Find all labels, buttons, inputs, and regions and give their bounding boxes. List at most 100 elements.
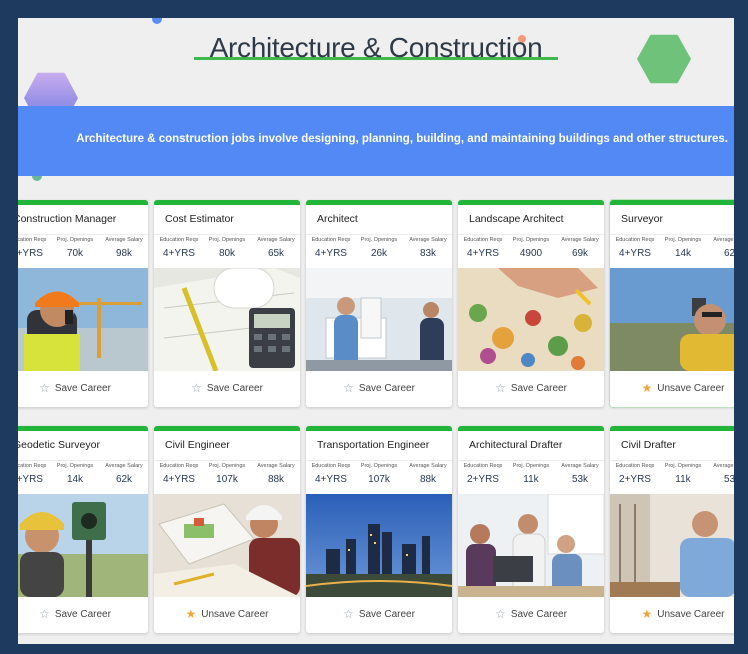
stat-openings: 80k bbox=[218, 248, 236, 259]
save-career-label: Save Career bbox=[358, 382, 415, 394]
save-career-label: Save Career bbox=[358, 608, 415, 620]
card-accent-bar bbox=[458, 200, 604, 205]
stat-label-salary: Average Salary bbox=[713, 463, 734, 469]
unsave-career-button[interactable]: ★ Unsave Career bbox=[610, 602, 734, 626]
cluster-description: Architecture & construction jobs involve… bbox=[76, 133, 728, 145]
career-photo[interactable] bbox=[610, 268, 734, 371]
stat-label-education: Education Reqs bbox=[311, 463, 351, 469]
card-accent-bar bbox=[18, 426, 148, 431]
card-accent-bar bbox=[154, 200, 300, 205]
stat-label-salary: Average Salary bbox=[561, 237, 599, 243]
divider bbox=[458, 234, 604, 235]
career-name[interactable]: Cost Estimator bbox=[165, 213, 234, 225]
career-name[interactable]: Civil Engineer bbox=[165, 439, 230, 451]
career-name[interactable]: Geodetic Surveyor bbox=[18, 439, 100, 451]
divider bbox=[610, 234, 734, 235]
career-photo[interactable] bbox=[154, 494, 300, 597]
stat-label-openings: Proj. Openings bbox=[208, 237, 246, 243]
stat-label-education: Education Reqs bbox=[18, 463, 47, 469]
stat-label-openings: Proj. Openings bbox=[664, 237, 702, 243]
page-title: Architecture & Construction bbox=[209, 32, 543, 63]
career-name[interactable]: Surveyor bbox=[621, 213, 663, 225]
career-card[interactable]: Civil Engineer Education Reqs 4+YRS Proj.… bbox=[154, 426, 300, 633]
career-photo[interactable] bbox=[18, 494, 148, 597]
star-filled-icon: ★ bbox=[641, 607, 653, 621]
career-card[interactable]: Construction Manager Education Reqs 4+YRS… bbox=[18, 200, 148, 407]
divider bbox=[154, 460, 300, 461]
career-card[interactable]: Geodetic Surveyor Education Reqs 4+YRS Pr… bbox=[18, 426, 148, 633]
stat-education: 4+YRS bbox=[467, 248, 499, 259]
career-name[interactable]: Civil Drafter bbox=[621, 439, 676, 451]
stat-label-education: Education Reqs bbox=[159, 463, 199, 469]
stat-education: 4+YRS bbox=[315, 474, 347, 485]
career-name[interactable]: Architectural Drafter bbox=[469, 439, 562, 451]
star-filled-icon: ★ bbox=[185, 607, 197, 621]
career-name[interactable]: Landscape Architect bbox=[469, 213, 564, 225]
save-career-button[interactable]: ☆ Save Career bbox=[18, 602, 148, 626]
stat-openings: 26k bbox=[370, 248, 388, 259]
career-card[interactable]: Architect Education Reqs 4+YRS Proj. Open… bbox=[306, 200, 452, 407]
career-photo[interactable] bbox=[306, 268, 452, 371]
card-accent-bar bbox=[154, 426, 300, 431]
stat-education: 4+YRS bbox=[18, 474, 43, 485]
stat-salary: 83k bbox=[419, 248, 437, 259]
card-accent-bar bbox=[610, 200, 734, 205]
divider bbox=[18, 460, 148, 461]
stat-label-openings: Proj. Openings bbox=[512, 237, 550, 243]
save-career-label: Unsave Career bbox=[201, 608, 269, 620]
divider bbox=[306, 460, 452, 461]
star-outline-icon: ☆ bbox=[343, 607, 354, 621]
unsave-career-button[interactable]: ★ Unsave Career bbox=[610, 376, 734, 400]
stat-label-openings: Proj. Openings bbox=[56, 237, 94, 243]
career-card[interactable]: Architectural Drafter Education Reqs 2+YR… bbox=[458, 426, 604, 633]
stat-salary: 98k bbox=[115, 248, 133, 259]
career-photo[interactable] bbox=[18, 268, 148, 371]
career-photo[interactable] bbox=[154, 268, 300, 371]
career-card[interactable]: Transportation Engineer Education Reqs 4+… bbox=[306, 426, 452, 633]
star-outline-icon: ☆ bbox=[495, 607, 506, 621]
star-outline-icon: ☆ bbox=[495, 381, 506, 395]
career-photo[interactable] bbox=[610, 494, 734, 597]
stat-label-openings: Proj. Openings bbox=[664, 463, 702, 469]
save-career-button[interactable]: ☆ Save Career bbox=[458, 602, 604, 626]
career-photo[interactable] bbox=[306, 494, 452, 597]
career-photo[interactable] bbox=[458, 268, 604, 371]
stat-education: 4+YRS bbox=[163, 474, 195, 485]
career-card[interactable]: Landscape Architect Education Reqs 4+YRS … bbox=[458, 200, 604, 407]
career-photo[interactable] bbox=[458, 494, 604, 597]
stat-label-education: Education Reqs bbox=[159, 237, 199, 243]
career-card[interactable]: Civil Drafter Education Reqs 2+YRS Proj. … bbox=[610, 426, 734, 633]
career-name[interactable]: Transportation Engineer bbox=[317, 439, 429, 451]
save-career-button[interactable]: ☆ Save Career bbox=[154, 376, 300, 400]
career-card[interactable]: Surveyor Education Reqs 4+YRS Proj. Openi… bbox=[610, 200, 734, 407]
stat-label-openings: Proj. Openings bbox=[512, 463, 550, 469]
stat-salary: 62k bbox=[115, 474, 133, 485]
career-name[interactable]: Architect bbox=[317, 213, 358, 225]
stat-openings: 11k bbox=[675, 474, 691, 485]
stat-openings: 14k bbox=[674, 248, 692, 259]
save-career-button[interactable]: ☆ Save Career bbox=[306, 376, 452, 400]
star-outline-icon: ☆ bbox=[39, 607, 50, 621]
window-frame: Architecture & Construction Architecture… bbox=[0, 0, 748, 654]
stat-label-salary: Average Salary bbox=[105, 463, 143, 469]
stat-label-openings: Proj. Openings bbox=[56, 463, 94, 469]
save-career-button[interactable]: ☆ Save Career bbox=[306, 602, 452, 626]
star-outline-icon: ☆ bbox=[39, 381, 50, 395]
save-career-button[interactable]: ☆ Save Career bbox=[18, 376, 148, 400]
save-career-button[interactable]: ☆ Save Career bbox=[458, 376, 604, 400]
stat-label-salary: Average Salary bbox=[257, 237, 295, 243]
career-card[interactable]: Cost Estimator Education Reqs 4+YRS Proj.… bbox=[154, 200, 300, 407]
stat-label-openings: Proj. Openings bbox=[360, 463, 398, 469]
save-career-label: Save Career bbox=[510, 608, 567, 620]
stat-salary: 53k bbox=[571, 474, 589, 485]
career-name[interactable]: Construction Manager bbox=[18, 213, 116, 225]
divider bbox=[154, 234, 300, 235]
stat-openings: 107k bbox=[368, 474, 390, 485]
stat-openings: 4900 bbox=[519, 248, 543, 259]
unsave-career-button[interactable]: ★ Unsave Career bbox=[154, 602, 300, 626]
divider bbox=[306, 234, 452, 235]
save-career-label: Save Career bbox=[54, 382, 111, 394]
stat-label-education: Education Reqs bbox=[615, 237, 655, 243]
stat-education: 4+YRS bbox=[619, 248, 651, 259]
star-outline-icon: ☆ bbox=[191, 381, 202, 395]
